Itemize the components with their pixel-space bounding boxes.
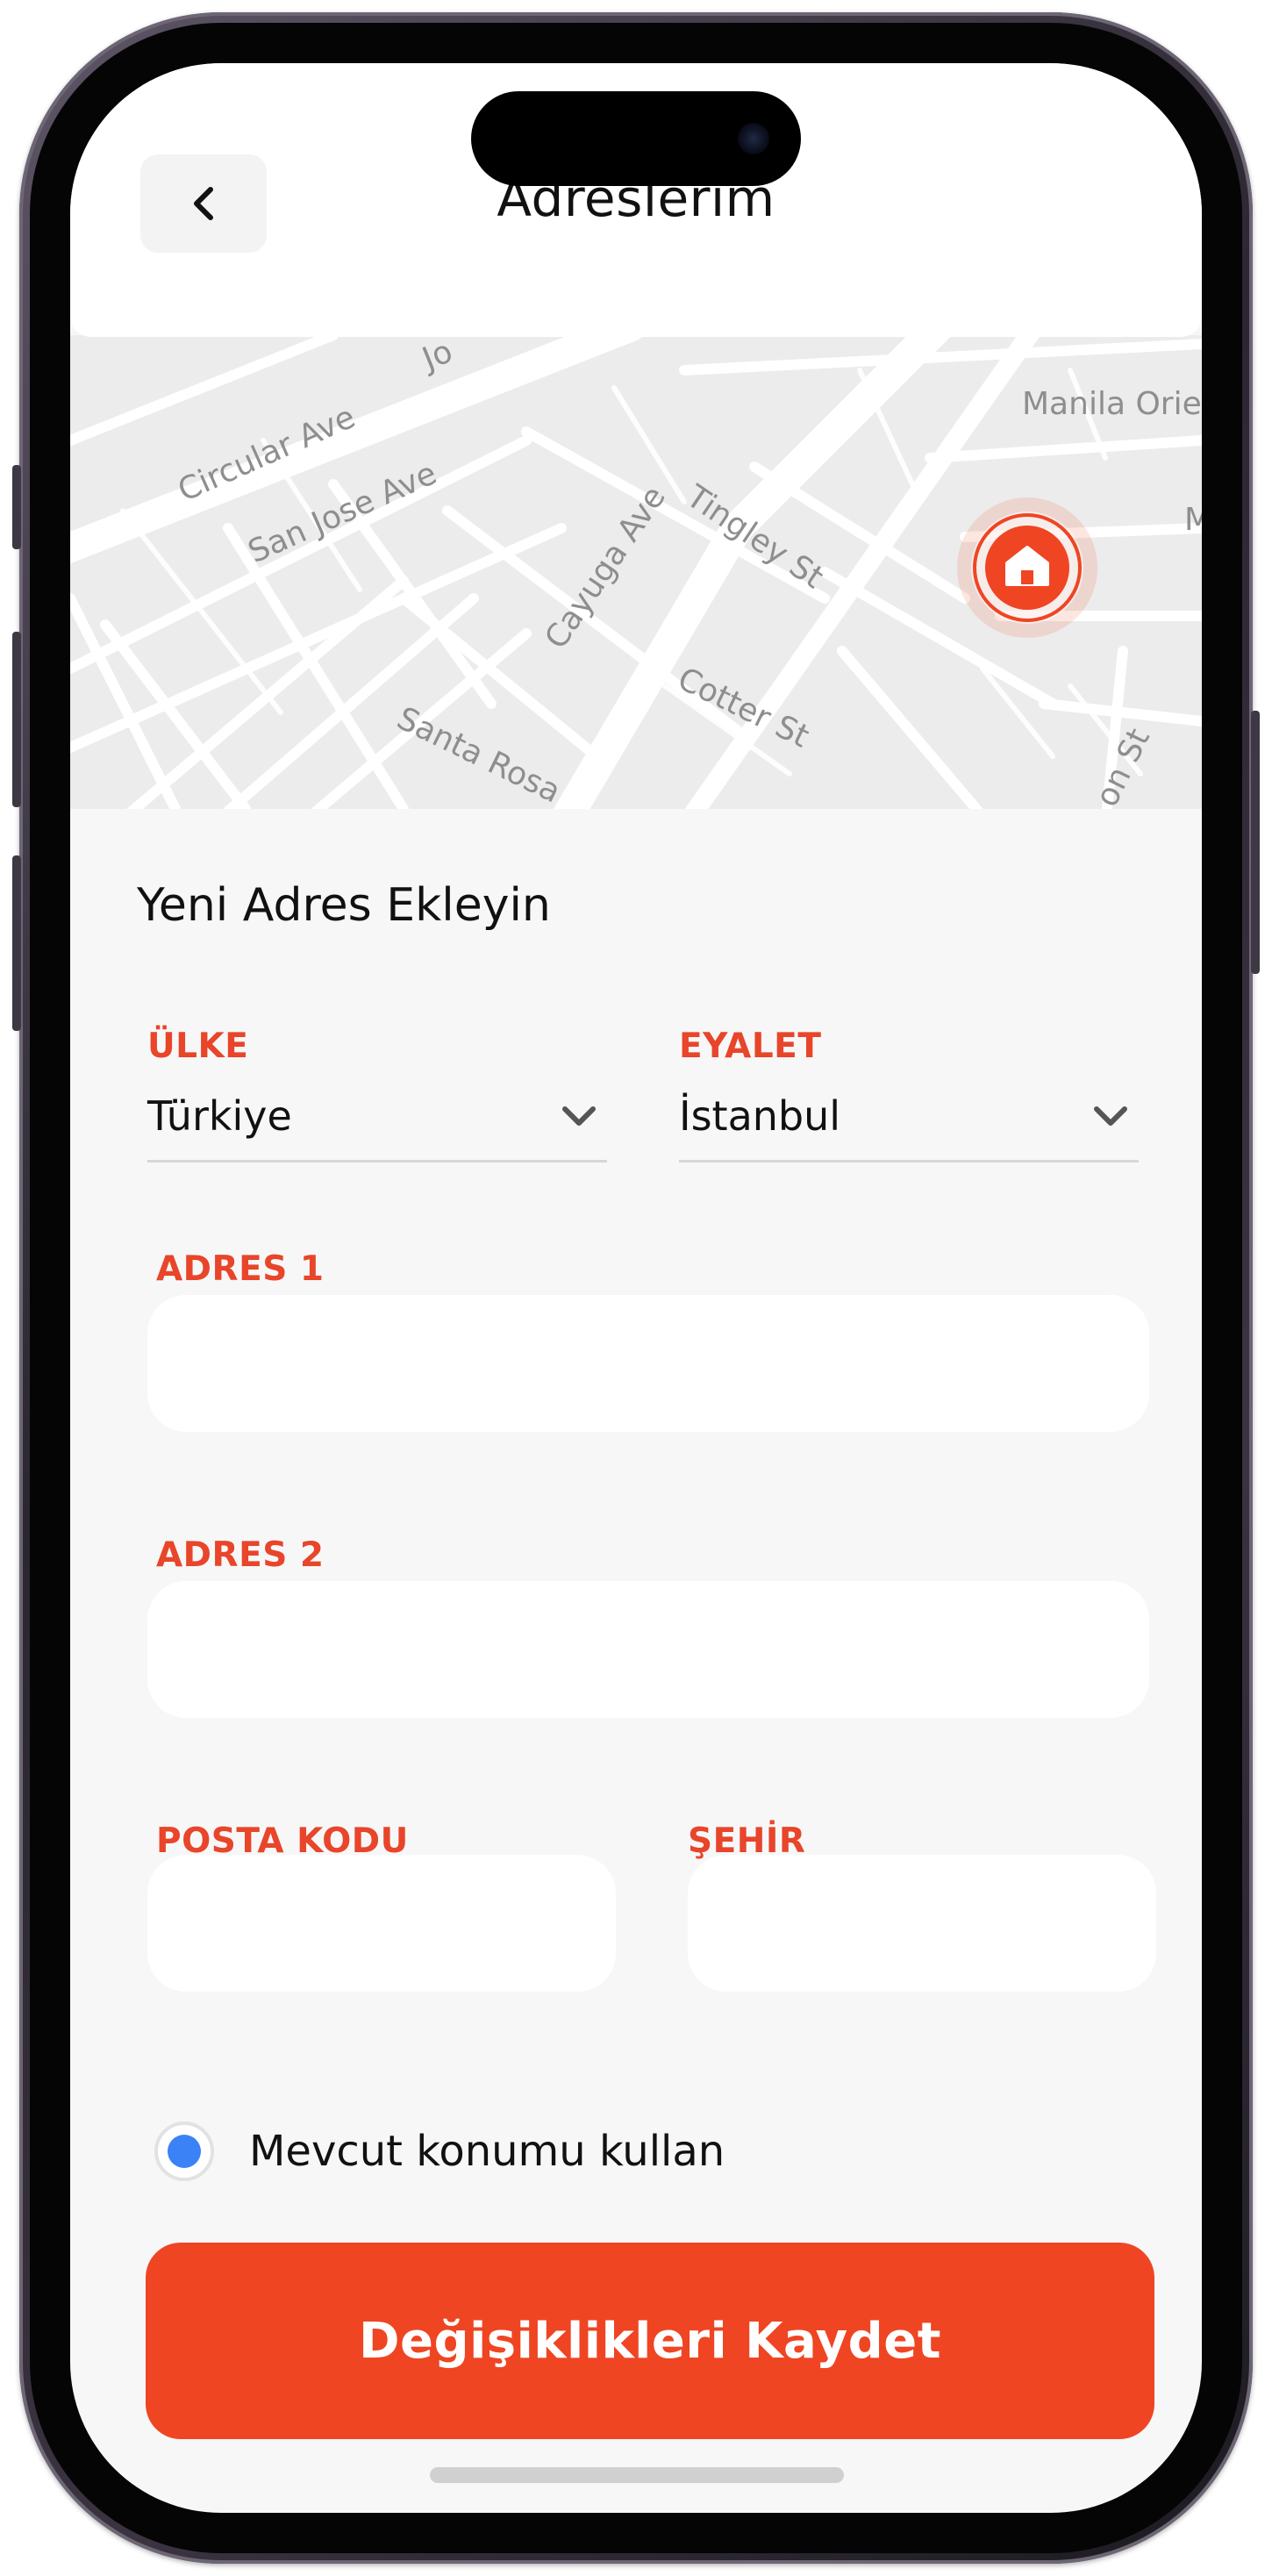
use-current-location-option[interactable]: Mevcut konumu kullan [154,2122,725,2181]
chevron-down-icon [1094,1106,1127,1126]
address2-label: ADRES 2 [156,1535,325,1575]
country-label: ÜLKE [147,1027,249,1066]
state-select[interactable]: İstanbul [679,1072,1139,1163]
screen: Adreslerim Circular Ave Jo San Jose Ave … [70,63,1202,2513]
location-radio[interactable] [154,2122,214,2181]
home-pin-icon [957,497,1097,638]
country-select[interactable]: Türkiye [147,1072,607,1163]
map-street-label: Manila Orie [1022,386,1202,422]
state-value: İstanbul [679,1092,841,1140]
radio-selected-dot [168,2135,201,2168]
dynamic-island [471,91,801,186]
camera-icon [738,123,769,154]
address1-label: ADRES 1 [156,1249,325,1289]
postal-code-input[interactable] [147,1855,616,1992]
address2-input[interactable] [147,1581,1149,1718]
form-title: Yeni Adres Ekleyin [137,879,551,932]
country-value: Türkiye [147,1092,292,1140]
power-button [1251,711,1260,974]
save-changes-button[interactable]: Değişiklikleri Kaydet [146,2243,1154,2439]
volume-up-button [12,632,21,807]
map-street-label: M [1184,502,1202,538]
chevron-down-icon [562,1106,596,1126]
address1-input[interactable] [147,1295,1149,1432]
mute-switch [12,465,21,549]
city-input[interactable] [688,1855,1156,1992]
volume-down-button [12,855,21,1031]
use-current-location-label: Mevcut konumu kullan [249,2127,725,2176]
location-pin[interactable] [956,497,1098,639]
home-indicator[interactable] [430,2467,844,2483]
state-label: EYALET [679,1027,822,1066]
